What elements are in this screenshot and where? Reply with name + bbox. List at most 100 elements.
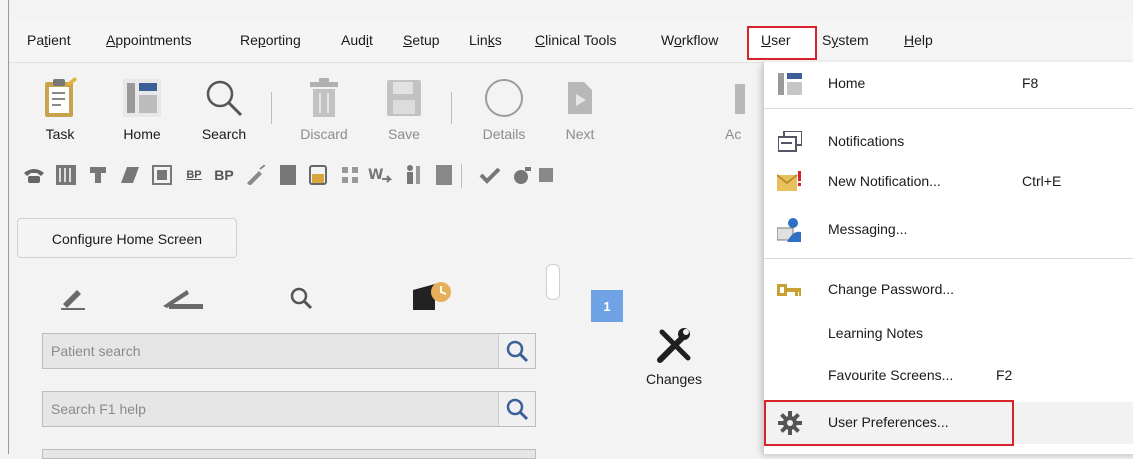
third-field-partial: [42, 449, 536, 459]
patient-search-icon[interactable]: [498, 334, 535, 368]
menu-separator: [764, 258, 1133, 259]
save-button[interactable]: Save: [369, 74, 439, 142]
home-button[interactable]: Home: [107, 74, 177, 142]
task-label: Task: [45, 126, 75, 142]
barcode-icon[interactable]: [53, 162, 79, 188]
clock-history-icon[interactable]: [411, 282, 453, 315]
discard-label: Discard: [300, 126, 348, 142]
stamp-icon[interactable]: [85, 162, 111, 188]
next-page-icon: [545, 74, 615, 122]
configure-home-screen-button[interactable]: Configure Home Screen: [17, 218, 237, 258]
magnifier-icon[interactable]: [289, 286, 313, 313]
menu-item-home-shortcut: F8: [1022, 75, 1039, 91]
task-button[interactable]: Task: [25, 74, 95, 142]
partial-icon[interactable]: [539, 162, 553, 188]
notepad-icon[interactable]: [117, 162, 143, 188]
file-icon[interactable]: [275, 162, 301, 188]
next-button[interactable]: Next: [545, 74, 615, 142]
menu-help[interactable]: Help: [904, 32, 933, 48]
key-icon: [776, 276, 804, 304]
menu-item-notifications[interactable]: Notifications: [764, 122, 1133, 162]
menu-reporting[interactable]: Reporting: [240, 32, 301, 48]
menu-appointments[interactable]: Appointments: [106, 32, 192, 48]
patient-search-input[interactable]: [43, 334, 509, 368]
document-icon[interactable]: [149, 162, 175, 188]
panel-scrollbar[interactable]: [546, 264, 560, 300]
messaging-user-icon: [776, 216, 804, 244]
next-label: Next: [565, 126, 595, 142]
partial-toolbar-button[interactable]: Ac: [725, 74, 765, 142]
menu-separator: [764, 108, 1133, 109]
app-window: Patient Appointments Reporting Audit Set…: [8, 0, 1133, 459]
svg-text:W: W: [368, 167, 383, 183]
menu-item-change-password-label: Change Password...: [828, 281, 955, 297]
folder-icon[interactable]: [431, 162, 457, 188]
search-label: Search: [201, 126, 247, 142]
floppy-disk-icon: [369, 74, 439, 122]
partial-label: Ac: [725, 126, 742, 142]
menu-item-home-label: Home: [828, 75, 866, 91]
help-search-field: [42, 391, 536, 427]
menu-item-favourite-screens-shortcut: F2: [996, 367, 1013, 383]
edit-pen-icon[interactable]: [59, 286, 87, 313]
partial-icon: [725, 74, 765, 122]
syringe-icon[interactable]: [243, 162, 269, 188]
new-notification-envelope-icon: [776, 168, 804, 196]
menu-patient[interactable]: Patient: [27, 32, 71, 48]
lab-results-icon[interactable]: [337, 162, 363, 188]
toolbar-separator: [271, 92, 272, 124]
stethoscope-icon[interactable]: [509, 162, 535, 188]
menu-item-new-notification-shortcut: Ctrl+E: [1022, 173, 1062, 189]
search-button[interactable]: Search: [189, 74, 259, 142]
tick-icon[interactable]: [477, 162, 503, 188]
search-panel-icons: [39, 282, 519, 318]
menu-item-messaging[interactable]: Messaging...: [764, 210, 1133, 250]
menu-links[interactable]: Links: [469, 32, 502, 48]
menu-item-home[interactable]: Home F8: [764, 64, 1133, 104]
menu-item-favourite-screens[interactable]: Favourite Screens... F2: [764, 356, 1133, 396]
help-search-icon[interactable]: [498, 392, 535, 426]
home-grid-icon: [776, 70, 804, 98]
home-grid-icon: [107, 74, 177, 122]
changes-widget[interactable]: Changes: [629, 326, 719, 387]
icon-row-separator: [461, 164, 462, 188]
bp-icon[interactable]: BP: [211, 162, 237, 188]
menu-item-learning-notes[interactable]: Learning Notes: [764, 314, 1133, 354]
menu-item-new-notification-label: New Notification...: [828, 173, 941, 189]
menu-item-favourite-screens-label: Favourite Screens...: [828, 367, 954, 383]
bp-chart-icon[interactable]: BP: [181, 162, 207, 188]
user-menu-dropdown: Home F8 Notifications New Notification..…: [763, 62, 1133, 454]
phone-icon[interactable]: [21, 162, 47, 188]
details-label: Details: [482, 126, 526, 142]
wrench-screwdriver-icon: [629, 326, 719, 369]
trash-icon: [289, 74, 359, 122]
menu-user[interactable]: User: [761, 32, 791, 48]
weight-icon[interactable]: W: [367, 162, 393, 188]
notifications-window-icon: [776, 128, 804, 156]
ruler-pen-icon[interactable]: [159, 286, 207, 313]
help-search-input[interactable]: [43, 392, 509, 426]
quick-icon-row: BP BP W: [21, 162, 761, 192]
height-icon[interactable]: [399, 162, 425, 188]
menu-item-notifications-label: Notifications: [828, 133, 905, 149]
menu-item-change-password[interactable]: Change Password...: [764, 270, 1133, 310]
menu-system[interactable]: System: [822, 32, 869, 48]
notification-count-badge[interactable]: 1: [591, 290, 623, 322]
specimen-jar-icon[interactable]: [305, 162, 331, 188]
home-label: Home: [123, 126, 161, 142]
search-icon: [189, 74, 259, 122]
menu-setup[interactable]: Setup: [403, 32, 440, 48]
menu-item-learning-notes-label: Learning Notes: [828, 325, 923, 341]
menu-item-messaging-label: Messaging...: [828, 221, 908, 237]
patient-search-field: [42, 333, 536, 369]
menu-audit[interactable]: Audit: [341, 32, 373, 48]
menu-clinical-tools[interactable]: Clinical Tools: [535, 32, 616, 48]
main-toolbar: Task Home Search Discard Save Details Ne…: [9, 64, 769, 154]
circle-icon: [469, 74, 539, 122]
menu-workflow[interactable]: Workflow: [661, 32, 718, 48]
details-button[interactable]: Details: [469, 74, 539, 142]
changes-label: Changes: [645, 371, 703, 387]
discard-button[interactable]: Discard: [289, 74, 359, 142]
menu-item-new-notification[interactable]: New Notification... Ctrl+E: [764, 162, 1133, 202]
toolbar-separator: [451, 92, 452, 124]
